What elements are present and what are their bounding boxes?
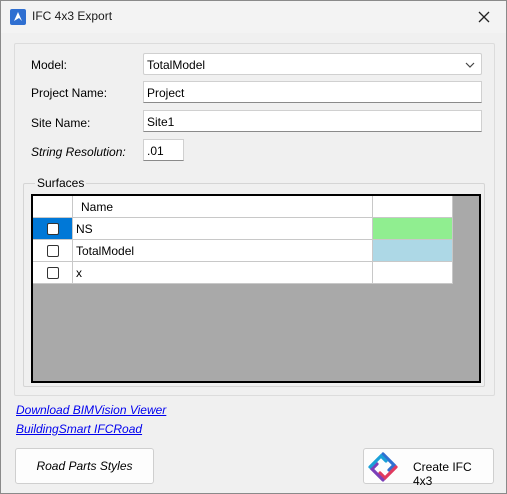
string-resolution-label: String Resolution: [31, 145, 126, 159]
row-select-cell[interactable] [33, 262, 73, 283]
column-header-name[interactable]: Name [73, 196, 373, 217]
title-bar: IFC 4x3 Export [1, 1, 506, 33]
row-select-cell[interactable] [33, 218, 73, 239]
project-name-label: Project Name: [31, 86, 108, 100]
model-dropdown-value: TotalModel [147, 58, 206, 72]
close-button[interactable] [462, 1, 506, 33]
header-select-cell [33, 196, 73, 217]
create-ifc-button[interactable]: Create IFC 4x3 [363, 448, 494, 488]
ifc-logo-icon [368, 452, 398, 482]
surface-checkbox[interactable] [47, 267, 59, 279]
surface-color-cell[interactable] [373, 218, 453, 239]
site-name-value: Site1 [147, 115, 175, 129]
create-ifc-label: Create IFC 4x3 [413, 460, 472, 488]
string-resolution-value: .01 [147, 144, 164, 158]
surface-name-cell[interactable]: TotalModel [73, 240, 373, 261]
surface-checkbox[interactable] [47, 223, 59, 235]
project-name-input[interactable]: Project [143, 81, 482, 103]
row-select-cell[interactable] [33, 240, 73, 261]
surfaces-group-title: Surfaces [35, 176, 87, 190]
surface-color-cell[interactable] [373, 262, 453, 283]
header-color-cell [373, 196, 453, 217]
surface-name-cell[interactable]: NS [73, 218, 373, 239]
string-resolution-input[interactable]: .01 [143, 139, 184, 161]
table-row[interactable]: x [33, 262, 453, 284]
model-dropdown[interactable]: TotalModel [143, 53, 482, 75]
model-label: Model: [31, 58, 68, 72]
table-row[interactable]: TotalModel [33, 240, 453, 262]
surface-checkbox[interactable] [47, 245, 59, 257]
close-icon [478, 11, 490, 23]
site-name-label: Site Name: [31, 116, 91, 130]
window-title: IFC 4x3 Export [32, 9, 113, 23]
site-name-input[interactable]: Site1 [143, 110, 482, 132]
surface-name-cell[interactable]: x [73, 262, 373, 283]
surfaces-grid[interactable]: Name NS TotalModel x [31, 194, 481, 383]
surface-color-cell[interactable] [373, 240, 453, 261]
app-icon [10, 9, 26, 25]
grid-header-row: Name [33, 196, 453, 218]
road-parts-styles-button[interactable]: Road Parts Styles [15, 448, 154, 484]
chevron-down-icon [465, 62, 475, 68]
project-name-value: Project [147, 86, 185, 100]
download-bimvision-link[interactable]: Download BIMVision Viewer [16, 403, 166, 417]
buildingsmart-ifcroad-link[interactable]: BuildingSmart IFCRoad [16, 422, 142, 436]
ifc-export-dialog: IFC 4x3 Export Model: TotalModel Project… [0, 0, 507, 494]
table-row[interactable]: NS [33, 218, 453, 240]
